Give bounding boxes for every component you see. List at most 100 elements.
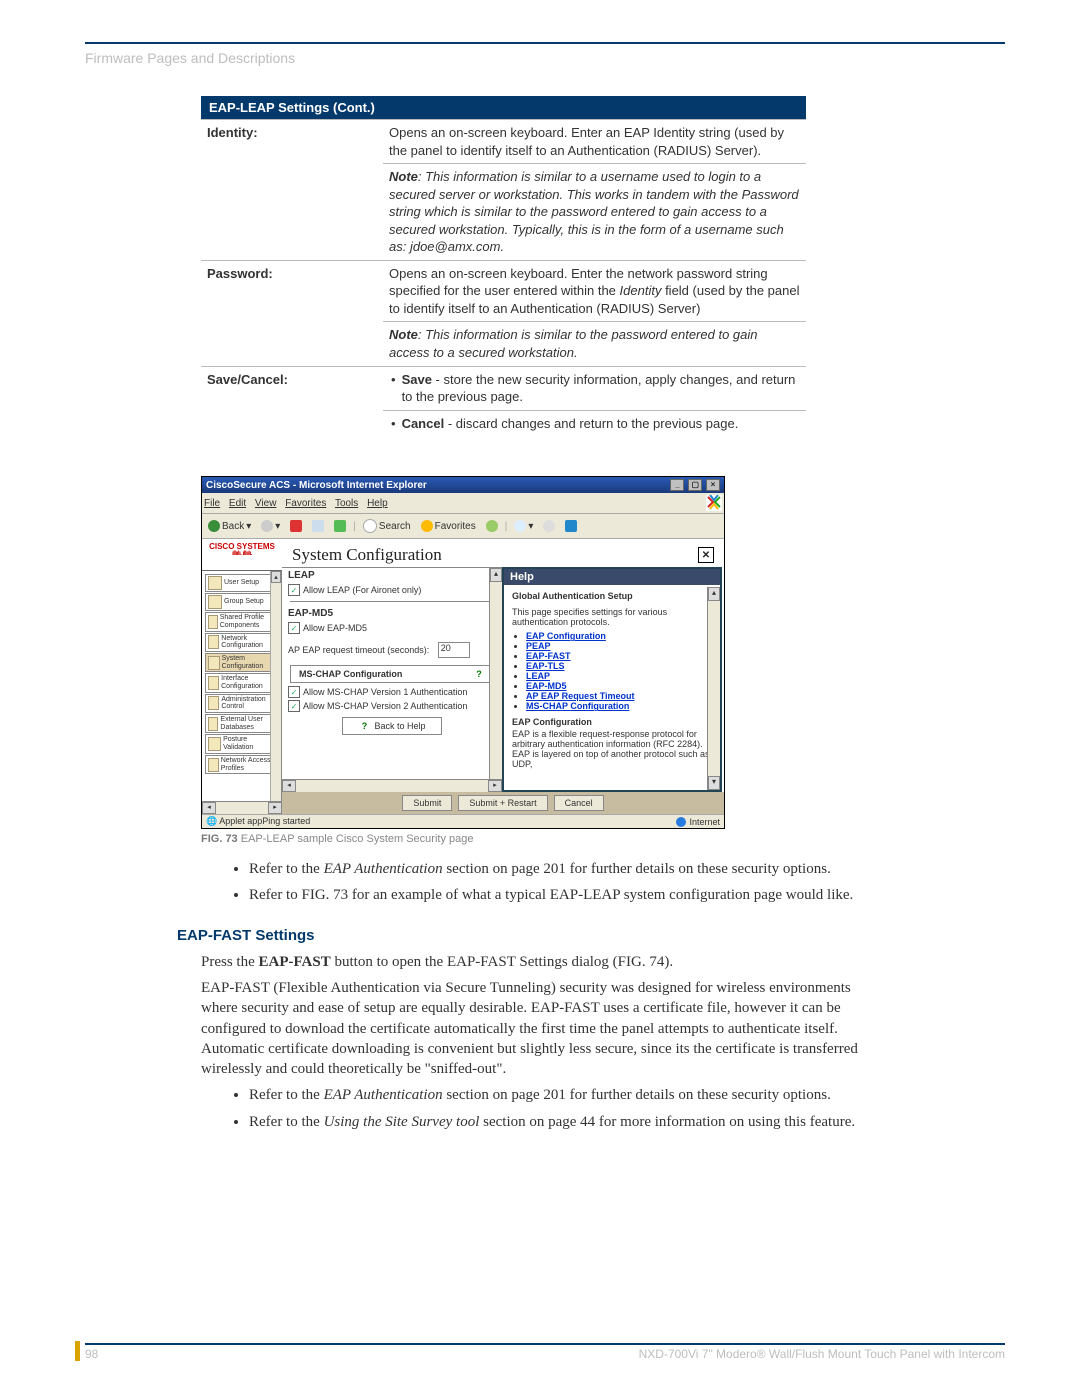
nav-group-setup[interactable]: Group Setup [205,593,278,611]
row-password-label: Password: [201,260,383,366]
edit-button[interactable] [562,518,580,534]
nav-admin-control[interactable]: Administration Control [205,694,278,713]
menu-favorites[interactable]: Favorites [285,498,326,509]
back-to-help-button[interactable]: ?Back to Help [342,717,442,735]
help-link-mschap[interactable]: MS-CHAP Configuration [526,701,629,711]
admin-icon [208,696,219,710]
nap-icon [208,758,219,772]
back-button[interactable]: Back ▾ [205,518,254,534]
scroll-down-icon[interactable]: ▾ [708,776,720,790]
mschap2-label: Allow MS-CHAP Version 2 Authentication [303,701,467,711]
history-button[interactable] [483,518,501,534]
bullet-ref-auth-1: Refer to the EAP Authentication section … [249,859,891,879]
timeout-input[interactable]: 20 [438,642,470,658]
cancel-button[interactable]: Cancel [554,795,604,811]
print-button[interactable] [540,518,558,534]
panel-close-button[interactable]: ✕ [698,547,714,563]
menu-bar[interactable]: File Edit View Favorites Tools Help [204,498,394,509]
nav-shared-profile[interactable]: Shared Profile Components [205,612,278,631]
scroll-up-icon[interactable]: ▴ [271,571,281,583]
nav-user-setup[interactable]: User Setup [205,574,278,592]
network-icon [208,635,219,649]
help-link-eap-config[interactable]: EAP Configuration [526,631,606,641]
internet-zone-icon [676,817,686,827]
help-para: This page specifies settings for various… [512,607,712,627]
system-icon [208,656,220,670]
figure-caption: FIG. 73 EAP-LEAP sample Cisco System Sec… [201,833,1005,845]
scroll-up-icon[interactable]: ▴ [490,568,502,582]
scroll-left-icon[interactable]: ◂ [202,802,216,814]
product-name: NXD-700Vi 7" Modero® Wall/Flush Mount To… [639,1347,1005,1361]
nav-system-config[interactable]: System Configuration [205,653,278,672]
help-link-leap[interactable]: LEAP [526,671,550,681]
user-icon [208,576,222,590]
help-link-ap-timeout[interactable]: AP EAP Request Timeout [526,691,635,701]
nav-net-access-profiles[interactable]: Network Access Profiles [205,755,278,774]
scroll-right-icon[interactable]: ▸ [268,802,282,814]
submit-button[interactable]: Submit [402,795,452,811]
window-titlebar[interactable]: CiscoSecure ACS - Microsoft Internet Exp… [202,477,724,493]
scroll-right-icon[interactable]: ▸ [488,780,502,792]
help-icon[interactable]: ? [473,668,485,680]
nav-interface-config[interactable]: Interface Configuration [205,673,278,692]
profile-icon [208,615,218,629]
row-identity-label: Identity: [201,120,383,261]
status-text: 🌐 Applet appPing started [206,816,310,827]
help-link-eap-fast[interactable]: EAP-FAST [526,651,571,661]
favorites-button[interactable]: Favorites [418,518,479,534]
close-button[interactable]: × [706,479,720,491]
menu-tools[interactable]: Tools [335,498,358,509]
home-button[interactable] [331,518,349,534]
menu-file[interactable]: File [204,498,220,509]
forward-button[interactable]: ▾ [258,518,283,534]
leap-label: Allow LEAP (For Aironet only) [303,585,421,595]
page-title: System Configuration [292,545,442,565]
help-link-eap-md5[interactable]: EAP-MD5 [526,681,567,691]
nav-external-db[interactable]: External User Databases [205,714,278,733]
ie-logo-icon [706,495,722,511]
mschap1-checkbox[interactable]: ✓ [288,686,300,698]
help-panel-title: Help [504,569,720,585]
help-link-eap-tls[interactable]: EAP-TLS [526,661,565,671]
minimize-button[interactable]: _ [670,479,684,491]
mschap1-label: Allow MS-CHAP Version 1 Authentication [303,687,467,697]
row-cancel-desc: •Cancel - discard changes and return to … [383,410,806,436]
menu-view[interactable]: View [255,498,277,509]
help-link-peap[interactable]: PEAP [526,641,551,651]
leap-checkbox[interactable]: ✓ [288,584,300,596]
maximize-button[interactable]: ▢ [688,479,702,491]
group-icon [208,595,222,609]
row-identity-note: Note: This information is similar to a u… [383,164,806,261]
table-title: EAP-LEAP Settings (Cont.) [201,96,806,120]
eapmd5-heading: EAP-MD5 [282,606,502,621]
submit-restart-button[interactable]: Submit + Restart [458,795,547,811]
search-button[interactable]: Search [360,517,414,535]
scroll-up-icon[interactable]: ▴ [708,587,720,601]
mschap2-checkbox[interactable]: ✓ [288,700,300,712]
mail-button[interactable]: ▾ [511,518,536,534]
eapmd5-label: Allow EAP-MD5 [303,623,367,633]
eap-fast-heading: EAP-FAST Settings [177,926,891,946]
refresh-button[interactable] [309,518,327,534]
interface-icon [208,676,219,690]
screenshot-figure: CiscoSecure ACS - Microsoft Internet Exp… [201,476,723,829]
bullet-ref-site-survey: Refer to the Using the Site Survey tool … [249,1112,891,1132]
scroll-left-icon[interactable]: ◂ [282,780,296,792]
leap-heading: LEAP [282,568,502,583]
eapmd5-checkbox[interactable]: ✓ [288,622,300,634]
mschap-heading: MS-CHAP Configuration [299,669,402,679]
bullet-ref-auth-2: Refer to the EAP Authentication section … [249,1085,891,1105]
nav-posture[interactable]: Posture Validation [205,734,278,753]
nav-network-config[interactable]: Network Configuration [205,633,278,652]
help-icon: ? [358,720,370,732]
row-password-note: Note: This information is similar to the… [383,322,806,366]
row-password-desc: Opens an on-screen keyboard. Enter the n… [383,260,806,322]
row-identity-desc: Opens an on-screen keyboard. Enter an EA… [383,120,806,164]
help-lead: Global Authentication Setup [512,591,712,601]
help-para2: EAP is a flexible request-response proto… [512,729,712,769]
eap-leap-table: EAP-LEAP Settings (Cont.) Identity: Open… [201,96,806,436]
toolbar[interactable]: Back ▾ ▾ | Search Favorites | ▾ [202,514,724,539]
menu-help[interactable]: Help [367,498,388,509]
stop-button[interactable] [287,518,305,534]
menu-edit[interactable]: Edit [229,498,246,509]
